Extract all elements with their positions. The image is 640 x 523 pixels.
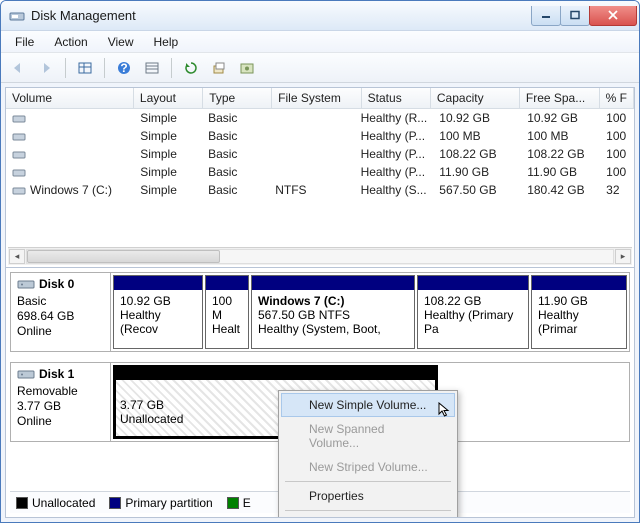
separator: [285, 510, 451, 511]
volume-list: VolumeLayoutTypeFile SystemStatusCapacit…: [6, 88, 634, 268]
disk-1-state: Online: [17, 414, 104, 428]
scroll-thumb[interactable]: [27, 250, 220, 263]
toolbar-settings-icon[interactable]: [236, 57, 258, 79]
table-row[interactable]: SimpleBasicHealthy (P...11.90 GB11.90 GB…: [6, 163, 634, 181]
disk-0-row: Disk 0 Basic 698.64 GB Online 10.92 GBHe…: [10, 272, 630, 352]
disk-icon: [17, 367, 35, 381]
column-header[interactable]: Layout: [133, 88, 202, 109]
separator: [65, 58, 66, 78]
toolbar-view-icon[interactable]: [74, 57, 96, 79]
content-area: VolumeLayoutTypeFile SystemStatusCapacit…: [5, 87, 635, 518]
toolbar: ?: [1, 53, 639, 83]
separator: [104, 58, 105, 78]
scroll-right-button[interactable]: ▸: [615, 249, 631, 264]
toolbar-list-icon[interactable]: [141, 57, 163, 79]
disk-0-label[interactable]: Disk 0 Basic 698.64 GB Online: [11, 273, 111, 351]
partition[interactable]: 108.22 GBHealthy (Primary Pa: [417, 275, 529, 349]
app-icon: [9, 8, 25, 24]
menu-file[interactable]: File: [7, 33, 42, 51]
table-row[interactable]: SimpleBasicHealthy (P...108.22 GB108.22 …: [6, 145, 634, 163]
menu-action[interactable]: Action: [46, 33, 95, 51]
column-header[interactable]: % F: [599, 88, 633, 109]
disk-0-title: Disk 0: [39, 277, 74, 291]
disk-0-size: 698.64 GB: [17, 309, 104, 323]
scroll-track[interactable]: [26, 249, 614, 264]
partition[interactable]: 100 MHealt: [205, 275, 249, 349]
table-row[interactable]: SimpleBasicHealthy (R...10.92 GB10.92 GB…: [6, 109, 634, 127]
disk-icon: [17, 277, 35, 291]
partition-system[interactable]: Windows 7 (C:)567.50 GB NTFSHealthy (Sys…: [251, 275, 415, 349]
svg-text:?: ?: [120, 61, 127, 75]
disk-1-kind: Removable: [17, 384, 104, 398]
disk-0-kind: Basic: [17, 294, 104, 308]
toolbar-properties-icon[interactable]: [208, 57, 230, 79]
table-row[interactable]: SimpleBasicHealthy (P...100 MB100 MB100: [6, 127, 634, 145]
column-header[interactable]: Status: [361, 88, 430, 109]
column-header[interactable]: File System: [272, 88, 362, 109]
context-menu: New Simple Volume... New Spanned Volume.…: [278, 390, 458, 517]
column-header[interactable]: Free Spa...: [519, 88, 599, 109]
scroll-left-button[interactable]: ◂: [9, 249, 25, 264]
menu-help[interactable]: Help: [146, 33, 187, 51]
back-button[interactable]: [7, 57, 29, 79]
window-title: Disk Management: [31, 8, 532, 23]
disk-1-title: Disk 1: [39, 367, 74, 381]
ctx-properties[interactable]: Properties: [281, 484, 455, 508]
table-row[interactable]: Windows 7 (C:)SimpleBasicNTFSHealthy (S.…: [6, 181, 634, 199]
mouse-cursor-icon: [438, 402, 454, 418]
titlebar[interactable]: Disk Management: [1, 1, 639, 31]
maximize-button[interactable]: [560, 6, 590, 26]
disk-1-size: 3.77 GB: [17, 399, 104, 413]
legend-extended: E: [227, 496, 251, 510]
column-header[interactable]: Capacity: [430, 88, 519, 109]
menu-view[interactable]: View: [100, 33, 142, 51]
graphical-view: Disk 0 Basic 698.64 GB Online 10.92 GBHe…: [6, 268, 634, 517]
ctx-new-spanned-volume: New Spanned Volume...: [281, 417, 455, 455]
close-button[interactable]: [589, 6, 637, 26]
column-header[interactable]: Volume: [6, 88, 133, 109]
partition[interactable]: 10.92 GBHealthy (Recov: [113, 275, 203, 349]
column-header[interactable]: Type: [203, 88, 272, 109]
toolbar-help-icon[interactable]: ?: [113, 57, 135, 79]
separator: [285, 481, 451, 482]
separator: [171, 58, 172, 78]
disk-management-window: Disk Management File Action View Help ? …: [0, 0, 640, 523]
disk-1-label[interactable]: Disk 1 Removable 3.77 GB Online: [11, 363, 111, 441]
disk-0-state: Online: [17, 324, 104, 338]
partition[interactable]: 11.90 GBHealthy (Primar: [531, 275, 627, 349]
horizontal-scrollbar[interactable]: ◂ ▸: [8, 247, 632, 265]
menubar: File Action View Help: [1, 31, 639, 53]
ctx-new-striped-volume: New Striped Volume...: [281, 455, 455, 479]
ctx-help[interactable]: Help: [281, 513, 455, 517]
forward-button[interactable]: [35, 57, 57, 79]
legend-primary: Primary partition: [109, 496, 212, 510]
toolbar-refresh-icon[interactable]: [180, 57, 202, 79]
legend-unallocated: Unallocated: [16, 496, 95, 510]
minimize-button[interactable]: [531, 6, 561, 26]
ctx-new-simple-volume[interactable]: New Simple Volume...: [281, 393, 455, 417]
